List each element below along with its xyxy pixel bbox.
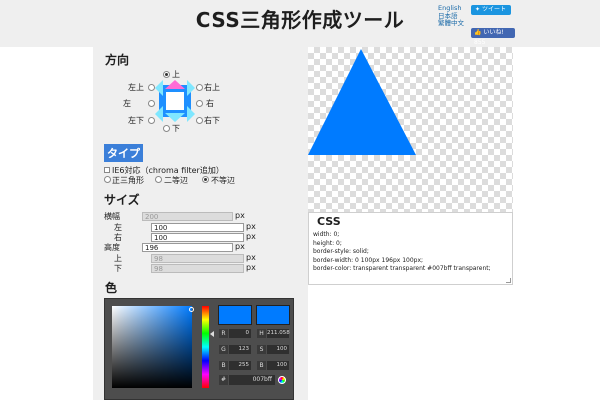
facebook-like-button[interactable]: 👍 いいね! 855 (471, 28, 515, 46)
b-label: B (219, 361, 228, 370)
direction-top-arrow-icon (165, 80, 185, 89)
type-scalene-radio[interactable] (202, 176, 209, 183)
direction-top-left-radio[interactable] (148, 84, 155, 91)
right-input[interactable]: 100 (151, 233, 244, 242)
header: CSS三角形作成ツール English 日本語 繁體中文 ✦ ツイート 👍 いい… (0, 0, 600, 47)
type-equilateral-label: 正三角形 (112, 176, 144, 185)
language-links: English 日本語 繁體中文 (438, 4, 464, 28)
right-unit: px (246, 232, 256, 241)
type-isosceles-radio[interactable] (155, 176, 162, 183)
bottom-unit: px (246, 263, 256, 272)
direction-right-radio[interactable] (196, 100, 203, 107)
triangle-shape (308, 49, 416, 155)
direction-left-label: 左 (123, 99, 131, 108)
r-input[interactable]: 0 (229, 329, 251, 338)
g-label: G (219, 345, 228, 354)
size-title: サイズ (104, 193, 140, 207)
tweet-button[interactable]: ✦ ツイート (471, 5, 511, 15)
direction-bottom-radio[interactable] (163, 125, 170, 132)
direction-bottom-left-radio[interactable] (148, 117, 155, 124)
bottom-input[interactable]: 98 (151, 264, 244, 273)
h-label: H (257, 329, 266, 338)
r-label: R (219, 329, 228, 338)
b-input[interactable]: 255 (229, 361, 251, 370)
current-color-swatch[interactable] (256, 305, 290, 325)
lang-traditional-chinese-link[interactable]: 繁體中文 (438, 19, 464, 28)
direction-top-right-label: 右上 (204, 83, 220, 92)
brightness-label: B (257, 361, 266, 370)
css-output-title: CSS (317, 215, 341, 228)
direction-top-left-label: 左上 (128, 83, 144, 92)
type-scalene-label: 不等辺 (211, 176, 235, 185)
left-unit: px (246, 222, 256, 231)
resize-grip-icon[interactable] (506, 278, 511, 283)
type-equilateral-radio[interactable] (104, 176, 111, 183)
color-wheel-icon[interactable] (278, 376, 286, 384)
direction-top-radio[interactable] (163, 71, 170, 78)
h-input[interactable]: 211.058 (267, 329, 290, 338)
type-title: タイプ (104, 144, 143, 162)
color-marker-icon[interactable] (189, 307, 194, 312)
direction-left-radio[interactable] (148, 100, 155, 107)
direction-right-label: 右 (206, 99, 214, 108)
g-input[interactable]: 123 (229, 345, 251, 354)
width-unit: px (235, 211, 245, 220)
top-unit: px (246, 253, 256, 262)
brightness-input[interactable]: 100 (267, 361, 289, 370)
new-color-swatch (218, 305, 252, 325)
height-label: 高度 (104, 243, 120, 252)
bottom-label: 下 (114, 264, 122, 273)
left-input[interactable]: 100 (151, 223, 244, 232)
ie6-checkbox[interactable] (104, 167, 110, 173)
direction-bottom-right-label: 右下 (204, 116, 220, 125)
hex-label: # (219, 375, 228, 385)
direction-bottom-left-label: 左下 (128, 116, 144, 125)
hue-slider[interactable] (202, 306, 209, 388)
triangle-preview (308, 47, 513, 212)
saturation-value-box[interactable] (112, 306, 194, 388)
top-input[interactable]: 98 (151, 254, 244, 263)
type-isosceles-label: 二等辺 (164, 176, 188, 185)
height-unit: px (235, 242, 245, 251)
s-label: S (257, 345, 266, 354)
color-picker: R 0 H 211.058 G 123 S 100 B 255 B 100 # … (104, 298, 294, 400)
direction-bottom-label: 下 (172, 124, 180, 133)
width-label: 横幅 (104, 212, 120, 221)
thumbs-up-icon: 👍 (474, 29, 482, 36)
direction-bottom-right-radio[interactable] (196, 117, 203, 124)
s-input[interactable]: 100 (267, 345, 289, 354)
color-title: 色 (105, 281, 118, 295)
direction-top-right-radio[interactable] (196, 84, 203, 91)
hue-arrow-icon[interactable] (210, 331, 214, 337)
height-input[interactable]: 196 (142, 243, 233, 252)
direction-picker-icon[interactable] (155, 80, 195, 122)
width-input[interactable]: 200 (142, 212, 233, 221)
direction-top-label: 上 (172, 70, 180, 79)
twitter-bird-icon: ✦ (475, 6, 481, 13)
css-output-code[interactable]: width: 0; height: 0; border-style: solid… (313, 231, 491, 274)
hex-input[interactable]: 007bff (229, 375, 275, 385)
direction-title: 方向 (105, 53, 130, 67)
css-output-panel[interactable]: CSS width: 0; height: 0; border-style: s… (308, 212, 513, 285)
